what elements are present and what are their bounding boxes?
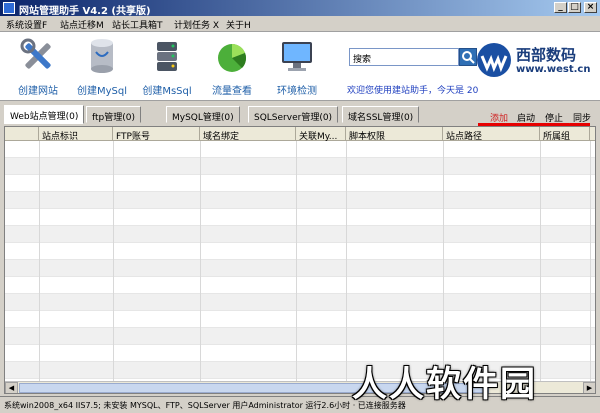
brand-logo[interactable]: 西部数码 www.west.cn: [476, 42, 598, 78]
column-divider: [200, 141, 201, 381]
close-button[interactable]: ×: [584, 2, 597, 13]
search-icon: [462, 51, 475, 64]
start-button[interactable]: 启动: [517, 111, 535, 124]
brand-name: 西部数码: [516, 46, 577, 64]
scroll-right-arrow-icon[interactable]: ▶: [583, 382, 595, 393]
tab-web-sites[interactable]: Web站点管理(0): [4, 105, 85, 124]
tools-icon: [20, 38, 51, 69]
column-header-domain[interactable]: 域名绑定: [200, 127, 296, 141]
column-header-script-permission[interactable]: 脚本权限: [346, 127, 443, 141]
database-icon: [91, 39, 113, 73]
title-bar: 网站管理助手 V4.2 (共享版) _ □ ×: [0, 0, 600, 17]
table-row[interactable]: [5, 209, 595, 226]
table-row[interactable]: [5, 311, 595, 328]
column-divider: [540, 141, 541, 381]
menu-scheduled-tasks[interactable]: 计划任务 X: [174, 18, 219, 31]
tab-bar: Web站点管理(0) ftp管理(0) MySQL管理(0) SQLServer…: [0, 103, 600, 124]
table-header: 站点标识 FTP账号 域名绑定 关联My... 脚本权限 站点路径 所属组: [5, 127, 595, 141]
menu-bar: 系统设置F 站点迁移M 站长工具箱T 计划任务 X 关于H: [0, 16, 600, 31]
create-site-label: 创建网站: [18, 86, 58, 97]
app-icon: [3, 2, 15, 14]
monitor-icon: [282, 42, 312, 71]
watermark: 人人软件园: [352, 365, 538, 405]
menu-about[interactable]: 关于H: [226, 18, 251, 31]
table-row[interactable]: [5, 175, 595, 192]
search-button[interactable]: [459, 48, 477, 66]
sites-table[interactable]: 站点标识 FTP账号 域名绑定 关联My... 脚本权限 站点路径 所属组 ◀ …: [4, 126, 596, 394]
west-logo-icon: [477, 43, 511, 77]
column-header-group[interactable]: 所属组: [540, 127, 590, 141]
scroll-left-arrow-icon[interactable]: ◀: [5, 382, 18, 393]
welcome-text: 欢迎您使用建站助手，今天是 20: [347, 86, 479, 96]
column-header-select[interactable]: [5, 127, 39, 141]
column-header-site-id[interactable]: 站点标识: [39, 127, 113, 141]
toolbar: 创建网站 创建MySql 创建MsSql 流量查看 环境检测 搜索 欢迎您使用建…: [0, 31, 600, 127]
table-row[interactable]: [5, 192, 595, 209]
tab-ftp[interactable]: ftp管理(0): [86, 106, 142, 123]
server-icon: [157, 42, 177, 71]
brand-url: www.west.cn: [516, 64, 591, 75]
table-row[interactable]: [5, 328, 595, 345]
table-row[interactable]: [5, 277, 595, 294]
create-mysql-label: 创建MySql: [76, 86, 128, 97]
column-header-linked-mysql[interactable]: 关联My...: [296, 127, 346, 141]
create-mssql-button[interactable]: 创建MsSql: [136, 36, 198, 97]
menu-system-settings[interactable]: 系统设置F: [6, 18, 47, 31]
traffic-view-label: 流量查看: [212, 86, 252, 97]
maximize-button[interactable]: □: [568, 2, 581, 13]
sync-button[interactable]: 同步: [573, 111, 591, 124]
table-row[interactable]: [5, 226, 595, 243]
create-mysql-button[interactable]: 创建MySql: [71, 36, 133, 97]
column-header-extra[interactable]: [590, 127, 595, 141]
tab-sqlserver[interactable]: SQLServer管理(0): [248, 106, 339, 123]
column-divider: [113, 141, 114, 381]
search-input[interactable]: 搜索: [349, 48, 459, 66]
window-title: 网站管理助手 V4.2 (共享版): [19, 6, 151, 17]
menu-webmaster-tools[interactable]: 站长工具箱T: [112, 18, 163, 31]
env-check-button[interactable]: 环境检测: [266, 36, 328, 97]
column-divider: [296, 141, 297, 381]
column-divider: [443, 141, 444, 381]
column-divider: [346, 141, 347, 381]
table-row[interactable]: [5, 141, 595, 158]
tab-domain-ssl[interactable]: 域名SSL管理(0): [342, 106, 420, 123]
add-button[interactable]: 添加: [490, 111, 508, 124]
menu-site-migration[interactable]: 站点迁移M: [60, 18, 104, 31]
minimize-button[interactable]: _: [554, 2, 567, 13]
stop-button[interactable]: 停止: [545, 111, 563, 124]
table-row[interactable]: [5, 243, 595, 260]
pie-chart-icon: [218, 44, 247, 72]
column-header-site-path[interactable]: 站点路径: [443, 127, 540, 141]
table-row[interactable]: [5, 158, 595, 175]
create-mssql-label: 创建MsSql: [142, 86, 192, 97]
tab-mysql[interactable]: MySQL管理(0): [166, 106, 240, 123]
create-site-button[interactable]: 创建网站: [7, 36, 69, 97]
traffic-view-button[interactable]: 流量查看: [201, 36, 263, 97]
column-header-ftp-account[interactable]: FTP账号: [113, 127, 200, 141]
table-row[interactable]: [5, 260, 595, 277]
column-divider: [39, 141, 40, 381]
table-row[interactable]: [5, 294, 595, 311]
env-check-label: 环境检测: [277, 86, 317, 97]
column-divider: [590, 141, 591, 381]
